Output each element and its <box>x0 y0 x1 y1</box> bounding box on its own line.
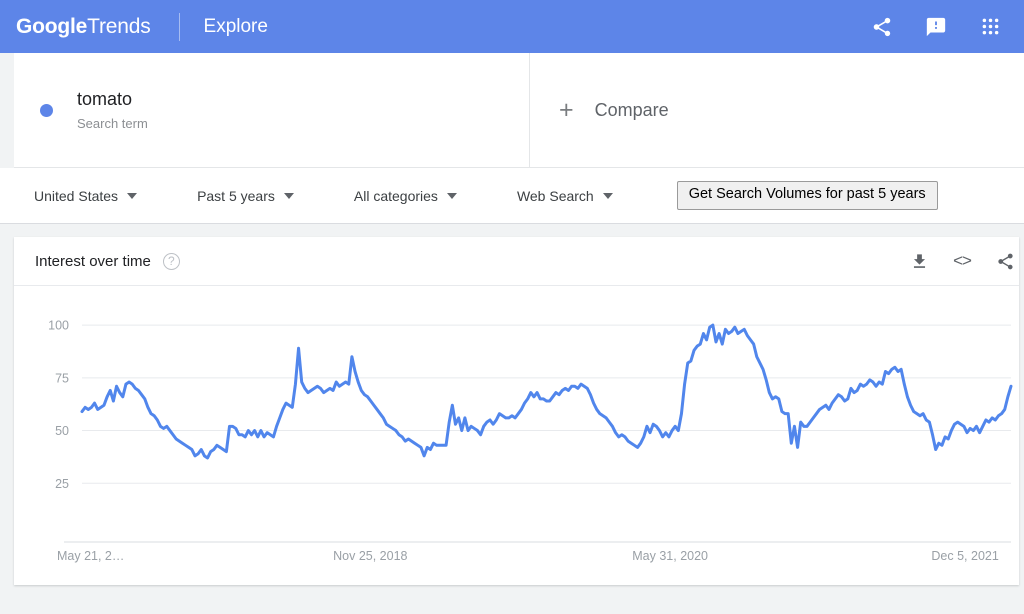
filter-location-label: United States <box>34 187 119 204</box>
help-icon[interactable]: ? <box>162 252 180 270</box>
brand-trends: Trends <box>87 14 151 38</box>
chevron-down-icon <box>446 192 457 199</box>
chevron-down-icon <box>602 192 613 199</box>
x-tick-label: Nov 25, 2018 <box>333 549 407 563</box>
filter-location[interactable]: United States <box>34 187 138 204</box>
google-trends-logo[interactable]: GoogleTrends <box>16 15 151 39</box>
app-header: GoogleTrends Explore <box>0 0 1024 53</box>
x-tick-label: May 21, 2… <box>57 549 124 563</box>
chart-action-group: <> <box>909 251 1019 271</box>
share-icon[interactable] <box>870 15 894 39</box>
series-color-dot <box>40 103 53 117</box>
plus-icon: + <box>559 95 574 124</box>
filter-bar: United States Past 5 years All categorie… <box>0 168 1024 224</box>
search-term-label: tomato <box>77 89 133 109</box>
filter-category[interactable]: All categories <box>354 188 457 204</box>
chart-plot-area[interactable]: 25 50 75 100 May 21, 2… Nov 25, 2018 May 31, 2… <box>14 286 1019 585</box>
feedback-icon[interactable] <box>924 15 948 39</box>
chevron-down-icon <box>283 192 294 199</box>
y-tick-label: 100 <box>48 319 69 333</box>
chevron-down-icon <box>127 192 138 199</box>
filter-time-range[interactable]: Past 5 years <box>197 188 294 204</box>
series-line-tomato[interactable] <box>80 323 1013 460</box>
y-tick-label: 25 <box>55 477 69 491</box>
chart-header: Interest over time ? <> <box>14 237 1019 286</box>
interest-over-time-chart[interactable]: 25 50 75 100 May 21, 2… Nov 25, 2018 May 31, 2… <box>14 286 1019 584</box>
search-term-chip[interactable]: tomato Search term <box>14 53 530 167</box>
search-term-type: Search term <box>77 116 148 131</box>
embed-icon[interactable]: <> <box>952 251 972 271</box>
content-gap <box>0 224 1024 237</box>
compare-label: Compare <box>594 99 669 120</box>
y-tick-label: 50 <box>55 424 69 438</box>
search-term-text: tomato Search term <box>77 88 148 132</box>
add-comparison-button[interactable]: + Compare <box>530 53 1024 167</box>
x-tick-label: May 31, 2020 <box>632 549 708 563</box>
query-bar: tomato Search term + Compare <box>14 53 1024 168</box>
filter-category-label: All categories <box>353 187 438 204</box>
filter-search-type[interactable]: Web Search <box>517 188 613 204</box>
apps-grid-icon[interactable] <box>978 15 1002 39</box>
filter-search-type-label: Web Search <box>516 187 594 204</box>
x-tick-label: Dec 5, 2021 <box>931 549 998 563</box>
interest-over-time-card: Interest over time ? <> 25 50 75 100 May 21,… <box>14 237 1019 585</box>
brand-google: Google <box>16 14 88 38</box>
header-actions <box>870 15 1002 39</box>
get-search-volumes-button[interactable]: Get Search Volumes for past 5 years <box>676 181 938 210</box>
filter-time-range-label: Past 5 years <box>197 187 275 204</box>
page-title: Interest over time <box>35 252 151 270</box>
download-icon[interactable] <box>909 251 929 271</box>
y-tick-label: 75 <box>55 371 69 385</box>
share-icon[interactable] <box>995 251 1015 271</box>
header-divider <box>178 12 180 41</box>
nav-explore[interactable]: Explore <box>204 16 268 38</box>
